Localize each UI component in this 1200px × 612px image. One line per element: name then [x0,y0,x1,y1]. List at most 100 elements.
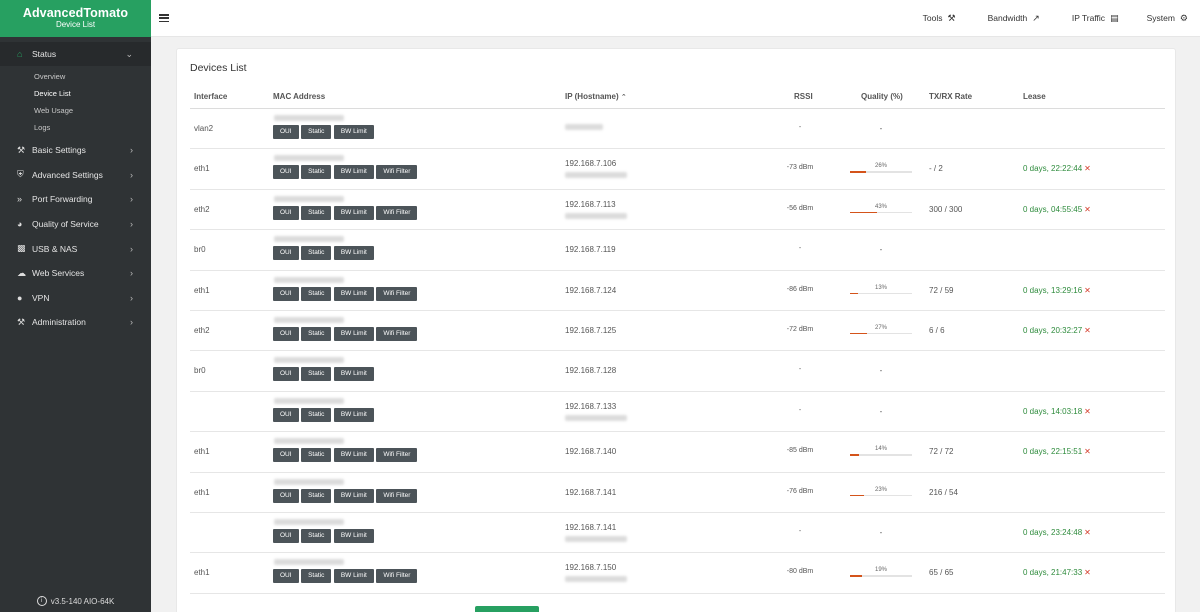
oui-button[interactable]: OUI [273,286,299,301]
bw-limit-button[interactable]: BW Limit [333,448,374,463]
cloud-icon: ☁ [17,267,26,278]
wifi-filter-button[interactable]: Wifi Filter [376,286,418,301]
static-button[interactable]: Static [301,125,332,139]
sidebar-item-status[interactable]: ⌂ Status ⌄ [0,42,151,66]
quality-bar [850,332,912,335]
oui-button[interactable]: OUI [273,528,299,543]
bw-limit-button[interactable]: BW Limit [333,528,374,543]
bw-limit-button[interactable]: BW Limit [333,125,374,139]
wifi-filter-button[interactable]: Wifi Filter [376,205,418,220]
sidebar-item-basic-settings[interactable]: ⚒ Basic Settings › [0,138,151,163]
static-button[interactable]: Static [301,246,332,261]
static-button[interactable]: Static [301,367,332,382]
ip-address: 192.168.7.128 [565,366,617,376]
top-menu-label: System [1146,13,1175,23]
delete-lease-icon[interactable]: ✕ [1084,568,1091,577]
top-menu-label: Bandwidth [987,13,1028,23]
wifi-filter-button[interactable]: Wifi Filter [376,165,418,180]
ip-address: 192.168.7.119 [565,245,616,255]
sidebar-subitem-logs[interactable]: Logs [0,119,151,136]
bw-limit-button[interactable]: BW Limit [333,569,374,584]
ip-address: 192.168.7.141 [565,487,617,497]
oui-button[interactable]: OUI [273,125,299,139]
delete-lease-icon[interactable]: ✕ [1084,447,1091,456]
interface-cell: eth1 [194,568,210,578]
bw-limit-button[interactable]: BW Limit [333,367,374,382]
top-menu-system[interactable]: System ⚙ [1147,13,1188,24]
tools-icon: ⚒ [947,12,956,23]
delete-lease-icon[interactable]: ✕ [1084,326,1091,335]
oui-button[interactable]: OUI [273,165,299,180]
delete-lease-icon[interactable]: ✕ [1084,528,1091,537]
gear-icon: ⚙ [1179,12,1188,23]
mac-cell: OUI Static BW Limit Wifi Filter [273,195,420,220]
oui-button[interactable]: OUI [273,367,299,382]
lease-cell: 0 days, 21:47:33 ✕ [1023,568,1091,577]
col-mac[interactable]: MAC Address [273,92,325,101]
sidebar-item-administration[interactable]: ⚒ Administration › [0,310,151,335]
bw-limit-button[interactable]: BW Limit [333,488,374,503]
txrx-cell: 65 / 65 [929,568,954,578]
col-quality[interactable]: Quality (%) [861,92,903,101]
sidebar-subitem-device-list[interactable]: Device List [0,85,151,102]
oui-button[interactable]: OUI [273,246,299,261]
top-menu-bandwidth[interactable]: Bandwidth ↗ [988,13,1040,24]
rssi-cell: - [798,527,802,535]
oui-button[interactable]: OUI [273,326,299,341]
col-ip-label: IP (Hostname) [565,92,619,101]
save-button[interactable] [475,606,539,612]
sidebar-item-vpn[interactable]: ● VPN › [0,286,151,311]
sidebar-item-port-forwarding[interactable]: » Port Forwarding › [0,187,151,212]
sidebar-item-web-services[interactable]: ☁ Web Services › [0,261,151,286]
sidebar-item-quality-of-service[interactable]: ◕ Quality of Service › [0,212,151,237]
static-button[interactable]: Static [301,448,332,463]
wifi-filter-button[interactable]: Wifi Filter [376,488,418,503]
oui-button[interactable]: OUI [273,488,299,503]
delete-lease-icon[interactable]: ✕ [1084,205,1091,214]
gauge-icon: ◕ [17,219,23,230]
bw-limit-button[interactable]: BW Limit [333,165,374,180]
bw-limit-button[interactable]: BW Limit [333,246,374,261]
wifi-filter-button[interactable]: Wifi Filter [376,326,418,341]
top-menu-tools[interactable]: Tools ⚒ [923,13,956,24]
static-button[interactable]: Static [301,286,332,301]
sidebar-subitem-web-usage[interactable]: Web Usage [0,102,151,119]
static-button[interactable]: Static [301,528,332,543]
static-button[interactable]: Static [301,326,332,341]
oui-button[interactable]: OUI [273,407,299,422]
wifi-filter-button[interactable]: Wifi Filter [376,569,418,584]
top-menu-ip-traffic[interactable]: IP Traffic ▤ [1072,13,1119,24]
interface-cell: eth1 [194,164,210,174]
oui-button[interactable]: OUI [273,448,299,463]
hostname-redacted [565,172,627,179]
sidebar-subitem-overview[interactable]: Overview [0,68,151,85]
col-rssi[interactable]: RSSI [794,92,813,101]
wifi-filter-button[interactable]: Wifi Filter [376,448,418,463]
quality-cell: - [879,406,883,416]
static-button[interactable]: Static [301,407,332,422]
oui-button[interactable]: OUI [273,569,299,584]
ip-address: 192.168.7.106 [565,159,617,169]
static-button[interactable]: Static [301,165,332,180]
oui-button[interactable]: OUI [273,205,299,220]
static-button[interactable]: Static [301,488,332,503]
bw-limit-button[interactable]: BW Limit [333,205,374,220]
col-ip[interactable]: IP (Hostname) ⌃ [565,92,627,101]
menu-toggle-icon[interactable] [159,14,169,22]
delete-lease-icon[interactable]: ✕ [1084,407,1091,416]
txrx-cell: - / 2 [929,164,943,174]
sidebar-item-usb-nas[interactable]: ▩ USB & NAS › [0,236,151,261]
col-interface[interactable]: Interface [194,92,227,101]
delete-lease-icon[interactable]: ✕ [1084,164,1091,173]
static-button[interactable]: Static [301,205,332,220]
bw-limit-button[interactable]: BW Limit [333,286,374,301]
static-button[interactable]: Static [301,569,332,584]
delete-lease-icon[interactable]: ✕ [1084,286,1091,295]
bw-limit-button[interactable]: BW Limit [333,326,374,341]
brand[interactable]: AdvancedTomato Device List [0,0,151,37]
bw-limit-button[interactable]: BW Limit [333,407,374,422]
hostname-redacted [565,212,627,219]
col-lease[interactable]: Lease [1023,92,1046,101]
col-txrx[interactable]: TX/RX Rate [929,92,972,101]
sidebar-item-advanced-settings[interactable]: ⛨ Advanced Settings › [0,163,151,188]
